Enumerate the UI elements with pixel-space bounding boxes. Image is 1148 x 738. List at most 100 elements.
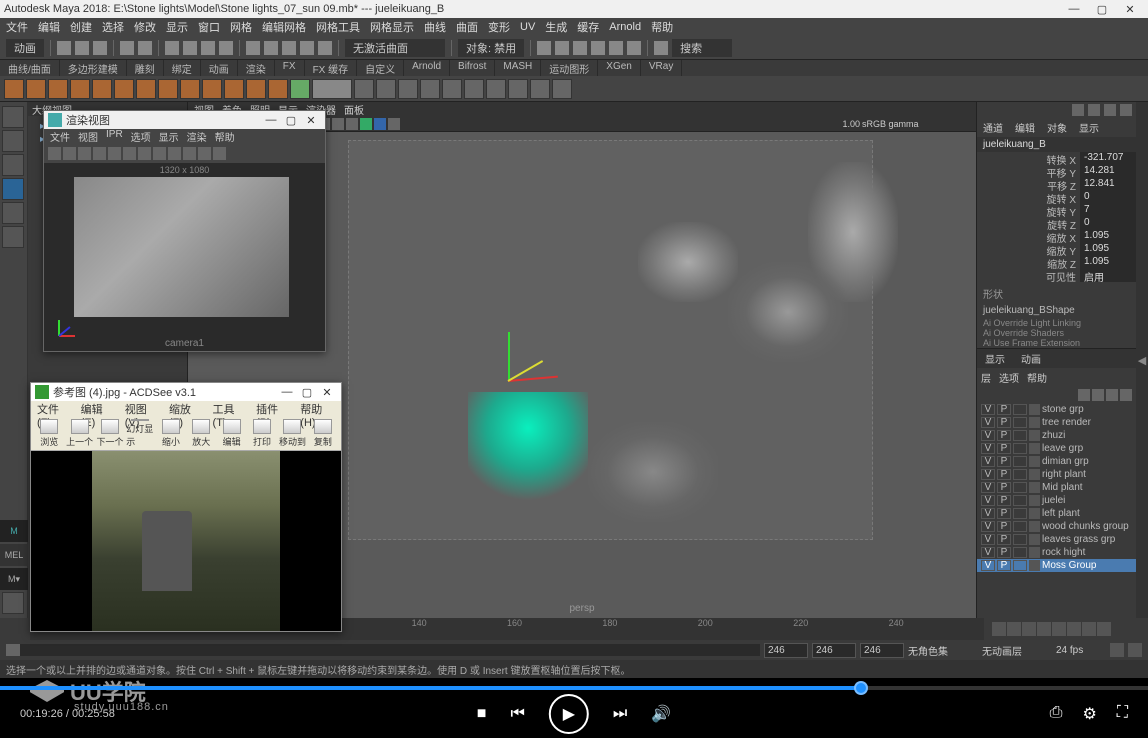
- sel-object-icon[interactable]: [219, 41, 233, 55]
- render-settings-icon[interactable]: [573, 41, 587, 55]
- vp-colorspace[interactable]: sRGB gamma: [862, 119, 972, 129]
- render-view-window[interactable]: 渲染视图 — ▢ ✕ 文件 视图 IPR 选项 显示 渲染 帮助 1320 x …: [43, 110, 326, 352]
- rv-menu-display[interactable]: 显示: [159, 129, 179, 145]
- shelf-tab[interactable]: XGen: [598, 60, 641, 76]
- undo-icon[interactable]: [120, 41, 134, 55]
- layer-visibility-toggle[interactable]: V: [981, 469, 995, 480]
- layer-type-toggle[interactable]: [1013, 521, 1027, 532]
- next-button[interactable]: ⏭: [613, 705, 627, 723]
- ipr-icon[interactable]: [555, 41, 569, 55]
- step-fwd-key-icon[interactable]: [1082, 622, 1096, 636]
- layer-color-swatch[interactable]: [1029, 404, 1040, 415]
- go-start-icon[interactable]: [992, 622, 1006, 636]
- cb-icon[interactable]: [1088, 104, 1100, 116]
- layer-visibility-toggle[interactable]: V: [981, 443, 995, 454]
- layer-row[interactable]: VPleave grp: [977, 442, 1136, 455]
- vp-menu-panels[interactable]: 面板: [344, 102, 364, 116]
- rv-display-rgb-icon[interactable]: [198, 147, 211, 160]
- cb-node-name[interactable]: jueleikuang_B: [977, 137, 1136, 152]
- range-slider[interactable]: [6, 644, 760, 656]
- layer-color-swatch[interactable]: [1029, 430, 1040, 441]
- shelf-tab[interactable]: 动画: [201, 60, 238, 76]
- shelf-tab[interactable]: 绑定: [164, 60, 201, 76]
- shelf-spherical-icon[interactable]: [376, 79, 396, 99]
- menu-arnold[interactable]: Arnold: [609, 21, 641, 33]
- rv-render-region-icon[interactable]: [63, 147, 76, 160]
- menu-windows[interactable]: 窗口: [198, 19, 220, 35]
- vp-isolate-icon[interactable]: [360, 118, 372, 130]
- step-back-icon[interactable]: [1022, 622, 1036, 636]
- sel-face-icon[interactable]: [201, 41, 215, 55]
- shelf-tab[interactable]: 雕刻: [127, 60, 164, 76]
- volume-button[interactable]: 🔊: [651, 704, 671, 724]
- layer-type-toggle[interactable]: [1013, 443, 1027, 454]
- current-frame-field[interactable]: [860, 643, 904, 658]
- shelf-plane-icon[interactable]: [114, 79, 134, 99]
- cb-shape-name[interactable]: jueleikuang_BShape: [977, 303, 1136, 318]
- rv-snapshot-icon[interactable]: [78, 147, 91, 160]
- layer-type-toggle[interactable]: [1013, 404, 1027, 415]
- prev-button[interactable]: ⏮: [510, 705, 524, 723]
- layer-color-swatch[interactable]: [1029, 456, 1040, 467]
- ac-menu-plugins[interactable]: 插件(P): [256, 401, 290, 417]
- layer-row[interactable]: VPdimian grp: [977, 455, 1136, 468]
- shelf-soccer-icon[interactable]: [268, 79, 288, 99]
- layer-color-swatch[interactable]: [1029, 443, 1040, 454]
- cb-tab-edit[interactable]: 编辑: [1009, 118, 1041, 137]
- layer-playback-toggle[interactable]: P: [997, 521, 1011, 532]
- rv-titlebar[interactable]: 渲染视图 — ▢ ✕: [44, 111, 325, 129]
- cb-tab-object[interactable]: 对象: [1041, 118, 1073, 137]
- shelf-superellipse-icon[interactable]: [354, 79, 374, 99]
- layer-playback-toggle[interactable]: P: [997, 560, 1011, 571]
- cb-icon[interactable]: [1104, 104, 1116, 116]
- ac-image-area[interactable]: [31, 451, 341, 631]
- cb-tab-show[interactable]: 显示: [1073, 118, 1105, 137]
- menu-edit[interactable]: 编辑: [38, 19, 60, 35]
- layer-row[interactable]: VPtree render: [977, 416, 1136, 429]
- hypershade-icon[interactable]: [591, 41, 605, 55]
- prefs-icon[interactable]: [1128, 643, 1142, 657]
- step-back-key-icon[interactable]: [1007, 622, 1021, 636]
- shelf-helix-icon[interactable]: [224, 79, 244, 99]
- layer-playback-toggle[interactable]: P: [997, 547, 1011, 558]
- ac-titlebar[interactable]: 参考图 (4).jpg - ACDSee v3.1 — ▢ ✕: [31, 383, 341, 401]
- vp-ao-icon[interactable]: [374, 118, 386, 130]
- shelf-cylinder-icon[interactable]: [48, 79, 68, 99]
- range-end-field[interactable]: [812, 643, 856, 658]
- shelf-tab[interactable]: 多边形建模: [60, 60, 127, 76]
- layer-playback-toggle[interactable]: P: [997, 495, 1011, 506]
- layer-color-swatch[interactable]: [1029, 469, 1040, 480]
- live-surface-field[interactable]: 无激活曲面: [345, 39, 445, 57]
- nochar-dropdown[interactable]: 无角色集: [908, 643, 978, 658]
- ac-close-button[interactable]: ✕: [317, 386, 337, 399]
- shelf-separate-icon[interactable]: [442, 79, 462, 99]
- layer-type-toggle[interactable]: [1013, 482, 1027, 493]
- layer-row[interactable]: VPleaves grass grp: [977, 533, 1136, 546]
- shelf-sphere-icon[interactable]: [4, 79, 24, 99]
- mel-tab[interactable]: MEL: [0, 544, 28, 566]
- rv-menu-render[interactable]: 渲染: [187, 129, 207, 145]
- layer-playback-toggle[interactable]: P: [997, 417, 1011, 428]
- menu-curves[interactable]: 曲线: [424, 19, 446, 35]
- shelf-platonic-icon[interactable]: [158, 79, 178, 99]
- shelf-tab[interactable]: 渲染: [238, 60, 275, 76]
- vp-motion-blur-icon[interactable]: [388, 118, 400, 130]
- settings-icon[interactable]: ⚙: [1082, 704, 1096, 724]
- vp-xray-icon[interactable]: [346, 118, 358, 130]
- ac-tool-button[interactable]: 打印: [248, 419, 276, 448]
- shelf-cube-icon[interactable]: [26, 79, 46, 99]
- layer-visibility-toggle[interactable]: V: [981, 521, 995, 532]
- layer-playback-toggle[interactable]: P: [997, 404, 1011, 415]
- ac-menu-view[interactable]: 视图(V): [125, 401, 159, 417]
- fullscreen-icon[interactable]: ⛶: [1117, 704, 1128, 724]
- gizmo-y-axis[interactable]: [508, 332, 510, 382]
- rv-display-alpha-icon[interactable]: [183, 147, 196, 160]
- autokey-icon[interactable]: [1110, 643, 1124, 657]
- maximize-button[interactable]: ▢: [1088, 3, 1116, 16]
- menu-surfaces[interactable]: 曲面: [456, 19, 478, 35]
- close-button[interactable]: ✕: [1116, 3, 1144, 16]
- layer-type-toggle[interactable]: [1013, 417, 1027, 428]
- shelf-combine-icon[interactable]: [420, 79, 440, 99]
- menu-modify[interactable]: 修改: [134, 19, 156, 35]
- snap-point-icon[interactable]: [282, 41, 296, 55]
